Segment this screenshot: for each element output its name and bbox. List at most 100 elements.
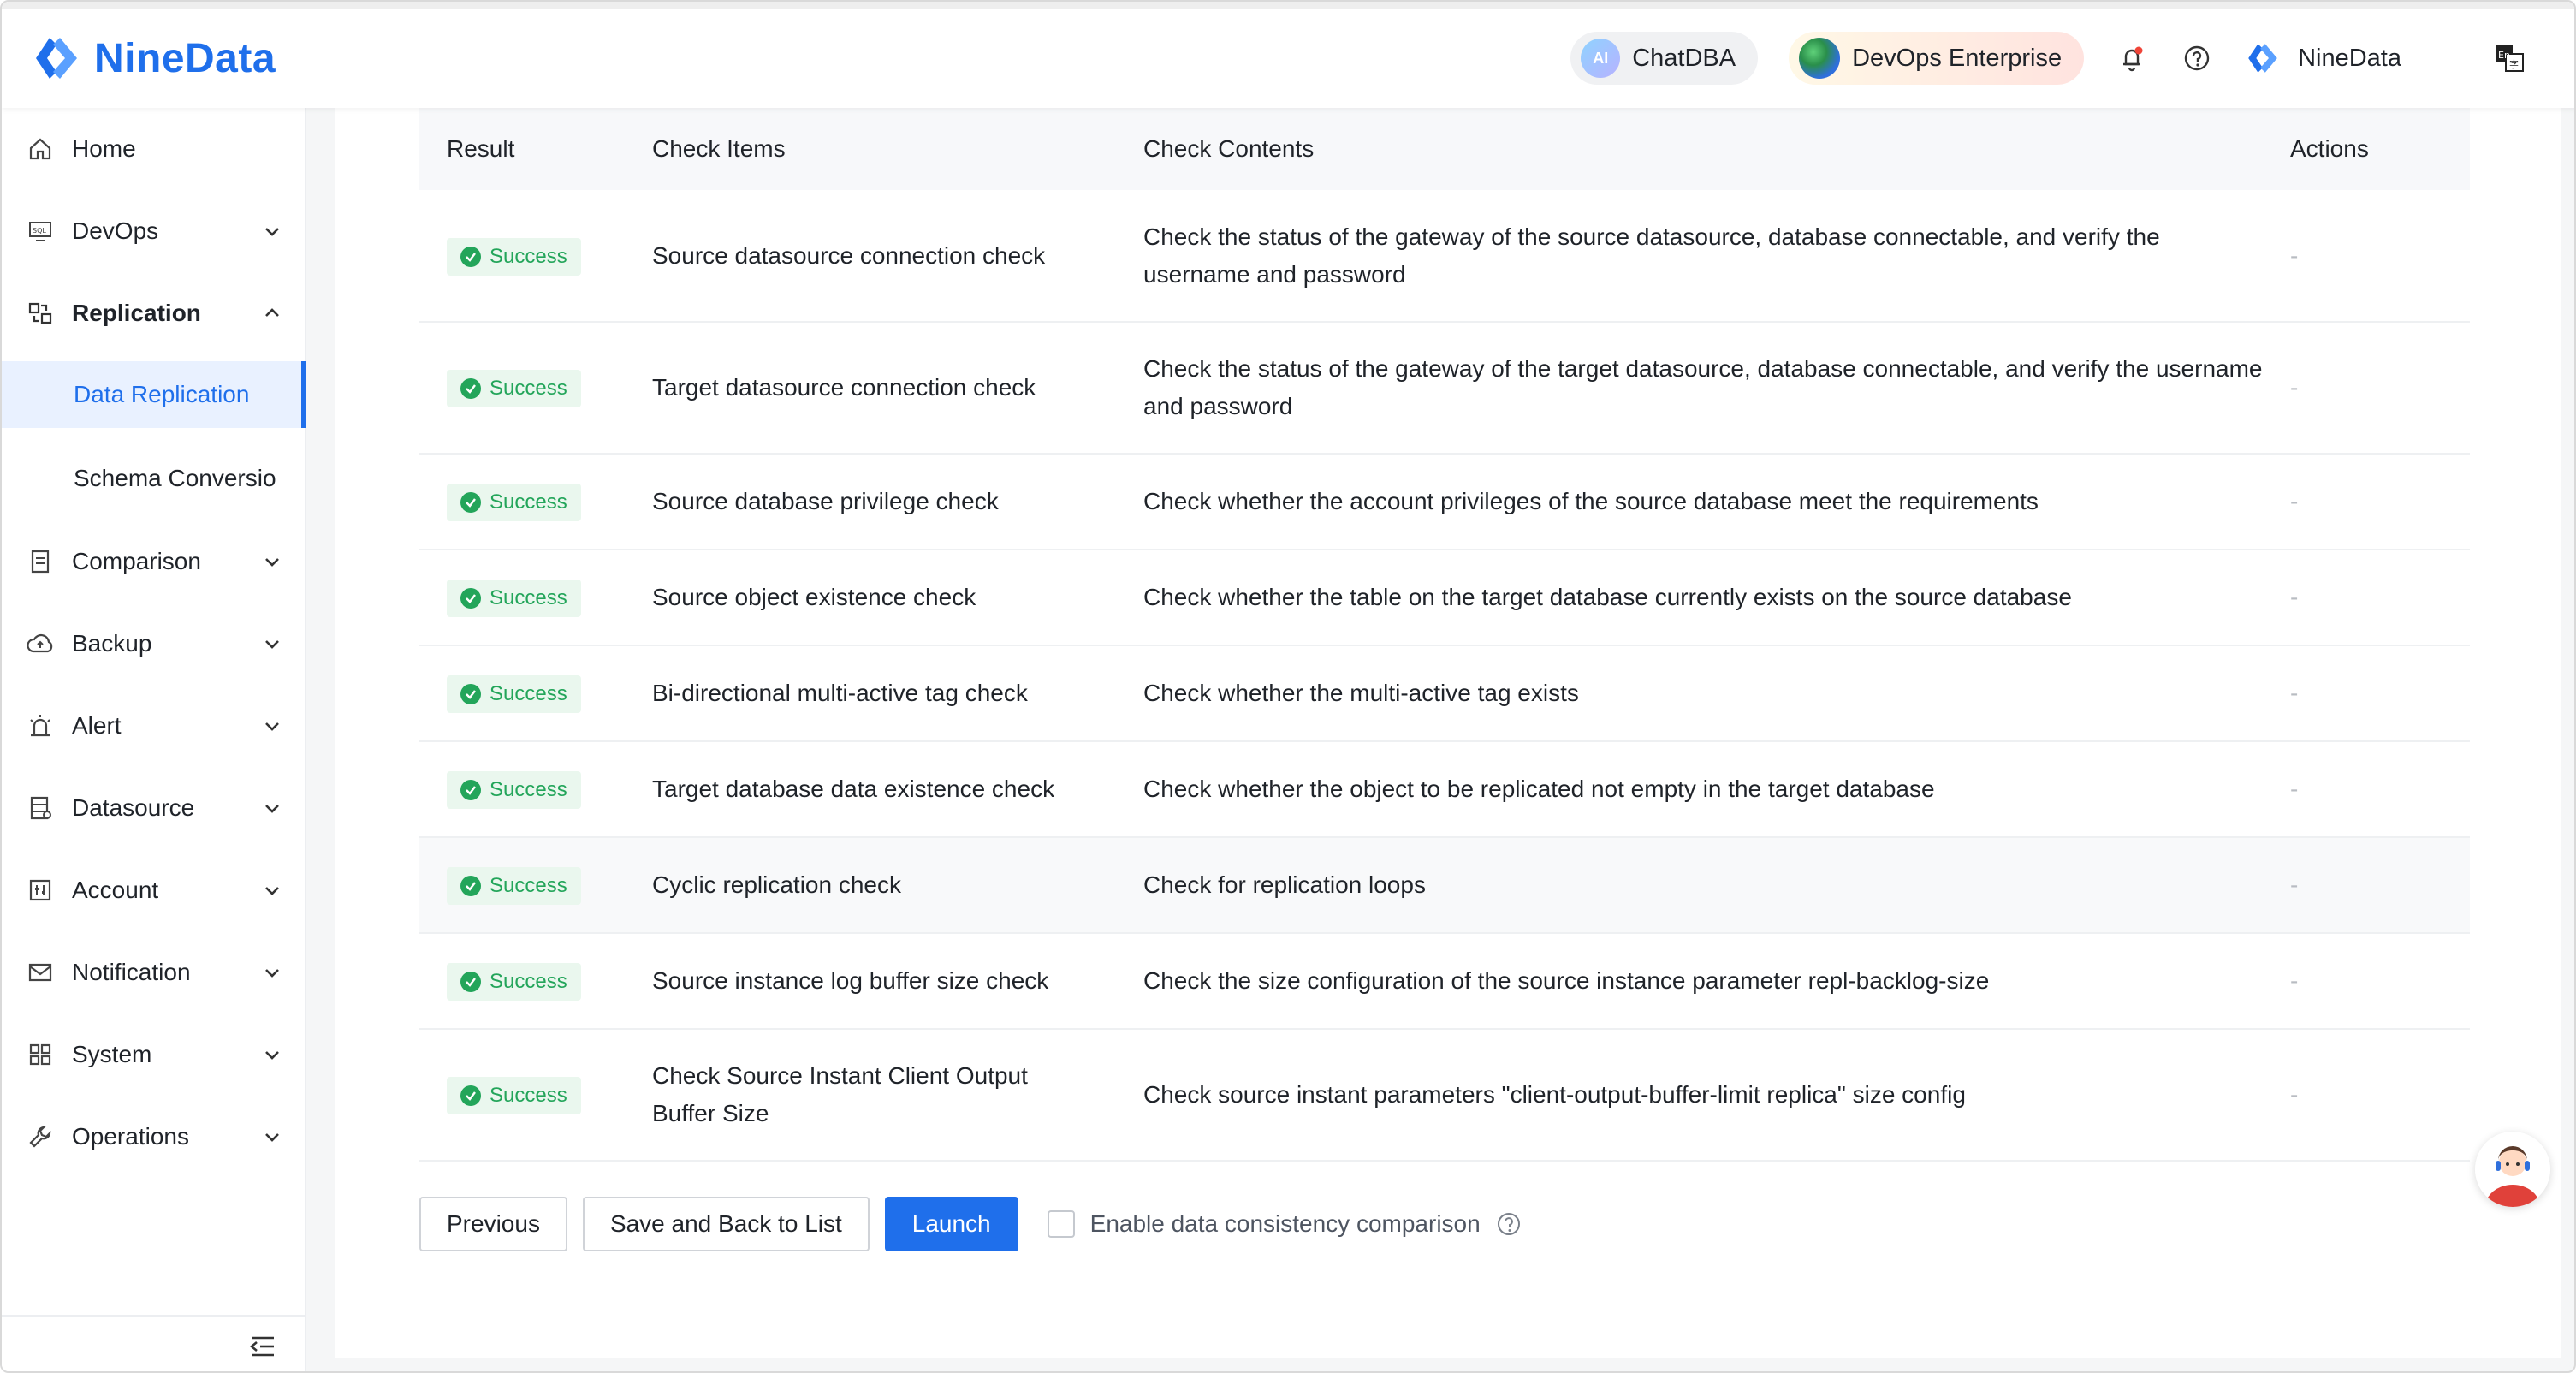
check-item: Source object existence check — [625, 550, 1116, 646]
check-item: Bi-directional multi-active tag check — [625, 645, 1116, 742]
sidebar-item-comparison[interactable]: Comparison — [2, 520, 306, 603]
sidebar-item-label: Replication — [72, 300, 201, 326]
check-circle-icon — [460, 492, 481, 513]
mail-icon — [26, 958, 55, 987]
agent-avatar-icon — [2475, 1132, 2550, 1207]
chatdba-button[interactable]: AI ChatDBA — [1570, 32, 1759, 85]
sidebar-item-label: DevOps — [72, 217, 159, 244]
status-badge: Success — [447, 867, 581, 905]
chevron-down-icon — [265, 558, 279, 567]
sidebar-subitem-label: Schema Conversio — [74, 465, 276, 491]
bell-icon[interactable] — [2115, 41, 2149, 75]
check-content: Check the status of the gateway of the t… — [1116, 322, 2263, 455]
table-row: Success Source database privilege check … — [419, 454, 2470, 550]
grid-icon — [26, 1040, 55, 1069]
sidebar-item-system[interactable]: System — [2, 1013, 306, 1096]
table-row: Success Target database data existence c… — [419, 741, 2470, 838]
sidebar-item-notification[interactable]: Notification — [2, 931, 306, 1013]
brand-logo[interactable]: NineData — [31, 33, 276, 84]
devops-enterprise-button[interactable]: DevOps Enterprise — [1789, 32, 2085, 85]
chevron-down-icon — [265, 640, 279, 649]
language-icon[interactable]: En 字 — [2492, 41, 2526, 75]
status-badge: Success — [447, 237, 581, 276]
save-and-back-button[interactable]: Save and Back to List — [582, 1197, 870, 1251]
status-badge: Success — [447, 1077, 581, 1114]
header-actions: AI ChatDBA DevOps Enterprise NineData En… — [1570, 31, 2526, 86]
top-header: NineData AI ChatDBA DevOps Enterprise Ni… — [2, 2, 2574, 108]
home-icon — [26, 134, 55, 163]
replication-icon — [26, 299, 55, 328]
help-icon[interactable] — [2180, 41, 2214, 75]
user-menu[interactable]: NineData — [2245, 40, 2401, 76]
table-header-row: Result Check Items Check Contents Action… — [419, 108, 2470, 190]
chevron-down-icon — [265, 805, 279, 813]
check-item: Source instance log buffer size check — [625, 933, 1116, 1030]
alert-icon — [26, 711, 55, 740]
sidebar-item-datasource[interactable]: Datasource — [2, 767, 306, 849]
status-badge: Success — [447, 675, 581, 713]
launch-button[interactable]: Launch — [884, 1197, 1018, 1251]
ninedata-logo-icon — [2248, 44, 2277, 73]
backup-icon — [26, 629, 55, 658]
row-action: - — [2263, 837, 2470, 934]
column-header-check-contents: Check Contents — [1143, 135, 1315, 162]
row-action: - — [2263, 933, 2470, 1030]
check-circle-icon — [460, 588, 481, 609]
column-header-actions: Actions — [2290, 135, 2369, 162]
check-content: Check whether the account privileges of … — [1116, 454, 2263, 550]
sql-icon: SQL — [26, 217, 55, 246]
check-item: Check Source Instant Client Output Buffe… — [625, 1029, 1116, 1162]
collapse-sidebar-icon[interactable] — [248, 1334, 277, 1359]
check-content: Check whether the multi-active tag exist… — [1116, 645, 2263, 742]
app-window: NineData AI ChatDBA DevOps Enterprise Ni… — [0, 0, 2576, 1373]
chevron-down-icon — [265, 228, 279, 236]
question-circle-icon[interactable] — [1496, 1211, 1522, 1237]
sidebar-item-home[interactable]: Home — [2, 108, 306, 190]
status-badge: Success — [447, 963, 581, 1001]
row-action: - — [2263, 322, 2470, 455]
status-badge: Success — [447, 484, 581, 521]
sidebar-item-label: Alert — [72, 712, 122, 739]
user-name: NineData — [2298, 44, 2401, 72]
check-circle-icon — [460, 684, 481, 704]
previous-button[interactable]: Previous — [419, 1197, 567, 1251]
check-item: Cyclic replication check — [625, 837, 1116, 934]
table-row: Success Target datasource connection che… — [419, 322, 2470, 455]
sidebar-item-devops[interactable]: SQL DevOps — [2, 190, 306, 272]
chevron-down-icon — [265, 887, 279, 895]
sidebar-item-label: Notification — [72, 959, 191, 985]
sidebar-item-replication[interactable]: Replication — [2, 272, 306, 354]
check-content: Check whether the object to be replicate… — [1116, 741, 2263, 838]
chatdba-label: ChatDBA — [1632, 44, 1736, 72]
consistency-comparison-checkbox[interactable] — [1047, 1210, 1075, 1238]
status-badge: Success — [447, 370, 581, 407]
support-assistant-avatar[interactable] — [2475, 1132, 2550, 1207]
row-action: - — [2263, 741, 2470, 838]
check-content: Check source instant parameters "client-… — [1116, 1029, 2263, 1162]
datasource-icon — [26, 793, 55, 823]
account-icon — [26, 876, 55, 905]
sidebar-item-label: System — [72, 1041, 152, 1067]
sidebar-item-alert[interactable]: Alert — [2, 685, 306, 767]
row-action: - — [2263, 190, 2470, 323]
sidebar-item-label: Datasource — [72, 794, 195, 821]
table-row: Success Source object existence check Ch… — [419, 550, 2470, 646]
check-content: Check the status of the gateway of the s… — [1116, 190, 2263, 323]
sidebar-subitem-schema-conversion[interactable]: Schema Conversio — [2, 445, 306, 512]
consistency-comparison-option[interactable]: Enable data consistency comparison — [1047, 1210, 1522, 1238]
sidebar-item-backup[interactable]: Backup — [2, 603, 306, 685]
precheck-table: Result Check Items Check Contents Action… — [419, 108, 2470, 1162]
check-circle-icon — [460, 246, 481, 267]
column-header-result: Result — [447, 135, 515, 162]
table-row: Success Source datasource connection che… — [419, 190, 2470, 323]
table-row: Success Bi-directional multi-active tag … — [419, 645, 2470, 742]
sidebar-item-label: Backup — [72, 630, 152, 657]
chevron-down-icon — [265, 969, 279, 978]
sidebar-item-account[interactable]: Account — [2, 849, 306, 931]
consistency-comparison-label: Enable data consistency comparison — [1089, 1210, 1481, 1237]
comparison-icon — [26, 547, 55, 576]
status-badge: Success — [447, 580, 581, 617]
sidebar-subitem-data-replication[interactable]: Data Replication — [2, 361, 306, 428]
sidebar-item-operations[interactable]: Operations — [2, 1096, 306, 1178]
chevron-up-icon — [265, 308, 279, 317]
